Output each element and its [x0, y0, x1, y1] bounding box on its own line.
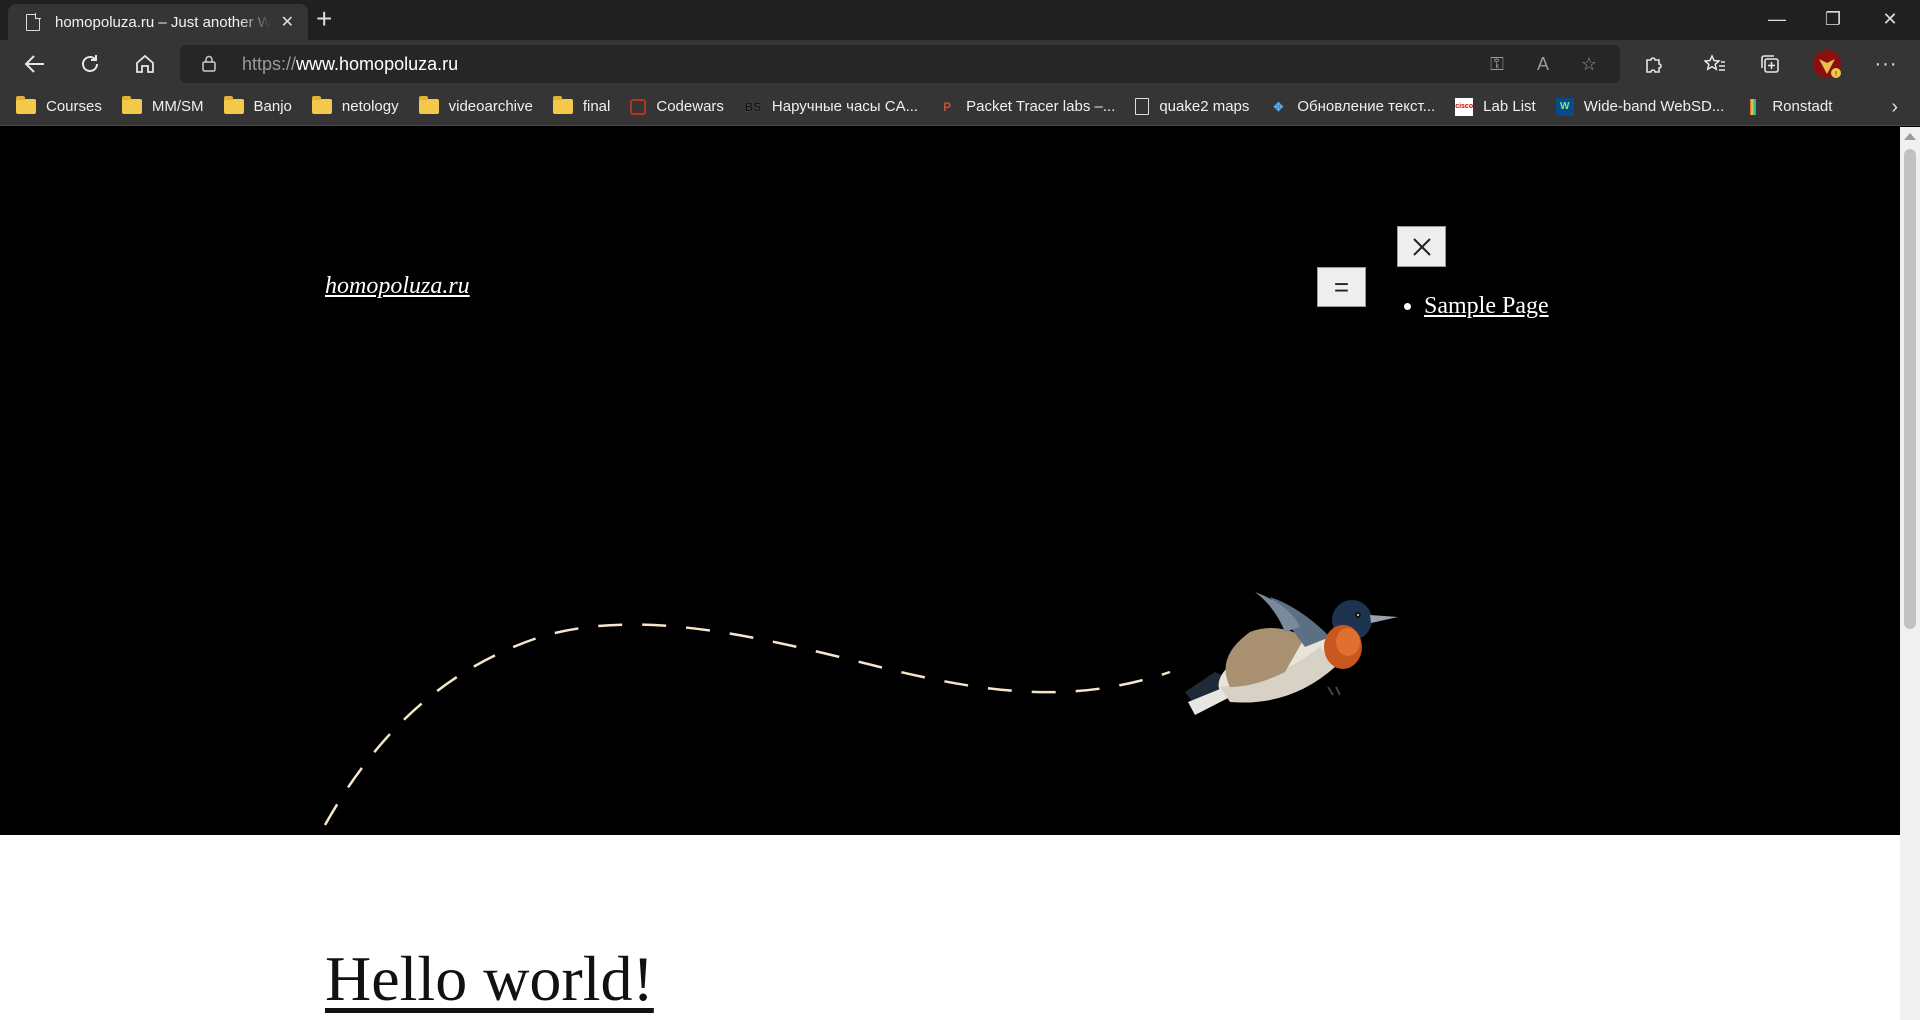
- bookmark-label: Lab List: [1483, 98, 1536, 115]
- url-text[interactable]: https://www.homopoluza.ru: [242, 54, 458, 75]
- bookmark-label: videoarchive: [448, 98, 533, 115]
- bookmark-label: Наручные часы CA...: [771, 98, 919, 115]
- bookmark-label: netology: [341, 98, 399, 115]
- site-title-link[interactable]: homopoluza.ru: [325, 273, 470, 300]
- site-header: homopoluza.ru = Sample Page: [0, 127, 1900, 835]
- bookmark-label: Обновление текст...: [1297, 98, 1436, 115]
- tab-strip: homopoluza.ru – Just another WordPress s…: [0, 0, 1920, 40]
- page-viewport: homopoluza.ru = Sample Page Hello world!: [0, 127, 1900, 1020]
- post-title-link[interactable]: Hello world!: [325, 943, 654, 1014]
- bookmark-label: quake2 maps: [1159, 98, 1250, 115]
- open-menu-button[interactable]: =: [1317, 267, 1366, 307]
- lock-icon: [202, 55, 216, 72]
- bookmark-label: final: [582, 98, 611, 115]
- more-menu-button[interactable]: ···: [1866, 48, 1906, 80]
- refresh-icon: [82, 55, 98, 72]
- bookmark-videoarchive[interactable]: videoarchive: [418, 96, 533, 115]
- folder-icon: [418, 96, 439, 114]
- ronstadt-icon: [1750, 98, 1757, 115]
- tab-title: homopoluza.ru – Just another WordPress s…: [55, 13, 271, 31]
- primary-nav: Sample Page: [1424, 293, 1549, 320]
- page-scrollbar[interactable]: [1900, 127, 1920, 1020]
- codewars-icon: [630, 98, 647, 115]
- bookmark-lab-list[interactable]: cisco Lab List: [1455, 97, 1536, 116]
- bookmark-mm-sm[interactable]: MM/SM: [121, 96, 204, 115]
- folder-icon: [223, 96, 244, 114]
- minimize-button[interactable]: —: [1749, 2, 1805, 36]
- scroll-up-arrow-icon[interactable]: [1904, 133, 1916, 140]
- puzzle-icon: ✥: [1273, 99, 1284, 114]
- avatar-icon: !: [1813, 50, 1841, 78]
- bookmark-label: Packet Tracer labs –...: [966, 98, 1116, 115]
- back-button[interactable]: [15, 48, 55, 80]
- collections-button[interactable]: [1750, 48, 1790, 80]
- bookmark-label: Wide-band WebSD...: [1583, 98, 1725, 115]
- bookmarks-bar: Courses MM/SM Banjo netology videoarchiv…: [0, 88, 1920, 126]
- websdr-icon: W: [1555, 97, 1574, 116]
- extensions-button[interactable]: [1634, 48, 1674, 80]
- url-protocol: https://: [242, 54, 297, 74]
- menu-icon: =: [1333, 272, 1350, 302]
- bookmark-packet-tracer[interactable]: P Packet Tracer labs –...: [938, 98, 1115, 116]
- url-host: www.homopoluza.ru: [296, 54, 459, 74]
- close-menu-button[interactable]: [1397, 226, 1446, 267]
- nav-item: Sample Page: [1424, 293, 1549, 320]
- browser-tab[interactable]: homopoluza.ru – Just another WordPress s…: [8, 4, 308, 40]
- home-icon: [136, 54, 154, 73]
- browser-toolbar: https://www.homopoluza.ru ⚿ A ☆ ! ···: [0, 40, 1920, 88]
- bookmark-codewars[interactable]: Codewars: [630, 98, 724, 115]
- refresh-button[interactable]: [70, 48, 110, 80]
- cisco-icon: cisco: [1455, 97, 1474, 116]
- bookmark-label: Ronstadt: [1772, 98, 1833, 115]
- page-icon: [26, 13, 41, 31]
- home-button[interactable]: [125, 48, 165, 80]
- bookmark-websdr[interactable]: W Wide-band WebSD...: [1555, 97, 1725, 116]
- bookmark-netology[interactable]: netology: [311, 96, 399, 115]
- puzzle-icon: [1646, 57, 1662, 73]
- bookmark-label: MM/SM: [151, 98, 204, 115]
- folder-icon: [121, 96, 142, 114]
- svg-text:!: !: [1835, 70, 1838, 78]
- bookmark-label: Courses: [46, 98, 102, 115]
- bookmark-quake2-maps[interactable]: quake2 maps: [1135, 98, 1249, 115]
- address-bar[interactable]: https://www.homopoluza.ru ⚿ A ☆: [180, 45, 1620, 83]
- chevron-right-icon[interactable]: ›: [1891, 96, 1898, 119]
- folder-icon: [552, 96, 573, 114]
- page-icon: [1135, 98, 1150, 115]
- bird-icon: [1185, 592, 1398, 715]
- add-favorite-icon[interactable]: ☆: [1574, 51, 1604, 77]
- close-window-button[interactable]: ✕: [1862, 2, 1918, 36]
- close-icon: [1412, 237, 1431, 256]
- ellipsis-icon: ···: [1874, 52, 1898, 75]
- bs-icon: BS: [743, 97, 762, 116]
- favorites-icon: [1704, 54, 1725, 71]
- bookmark-label: Banjo: [253, 98, 292, 115]
- scroll-thumb[interactable]: [1904, 149, 1916, 629]
- bookmark-courses[interactable]: Courses: [16, 96, 102, 115]
- nav-link-sample-page[interactable]: Sample Page: [1424, 293, 1549, 319]
- bird-flight-illustration: [323, 592, 1398, 826]
- bookmark-ronstadt[interactable]: Ronstadt: [1744, 98, 1832, 115]
- bookmark-watches[interactable]: BS Наручные часы CA...: [743, 97, 919, 116]
- bookmark-final[interactable]: final: [552, 96, 611, 115]
- bookmark-banjo[interactable]: Banjo: [223, 96, 292, 115]
- folder-icon: [311, 96, 332, 114]
- dashed-flight-path: [323, 623, 1171, 826]
- bookmark-update[interactable]: ✥ Обновление текст...: [1269, 98, 1435, 116]
- back-arrow-icon: [24, 55, 44, 73]
- favorites-button[interactable]: [1695, 48, 1735, 80]
- post-title: Hello world!: [325, 947, 654, 1011]
- password-key-icon[interactable]: ⚿: [1482, 51, 1512, 77]
- collections-icon: [1761, 55, 1779, 73]
- restore-button[interactable]: ❐: [1805, 2, 1861, 36]
- new-tab-button[interactable]: +: [316, 3, 332, 35]
- bookmark-label: Codewars: [656, 98, 724, 115]
- folder-icon: [16, 96, 36, 114]
- packet-tracer-icon: P: [943, 99, 952, 114]
- profile-avatar[interactable]: !: [1807, 48, 1847, 80]
- close-tab-icon[interactable]: ✕: [281, 12, 294, 32]
- read-aloud-icon[interactable]: A: [1528, 51, 1558, 77]
